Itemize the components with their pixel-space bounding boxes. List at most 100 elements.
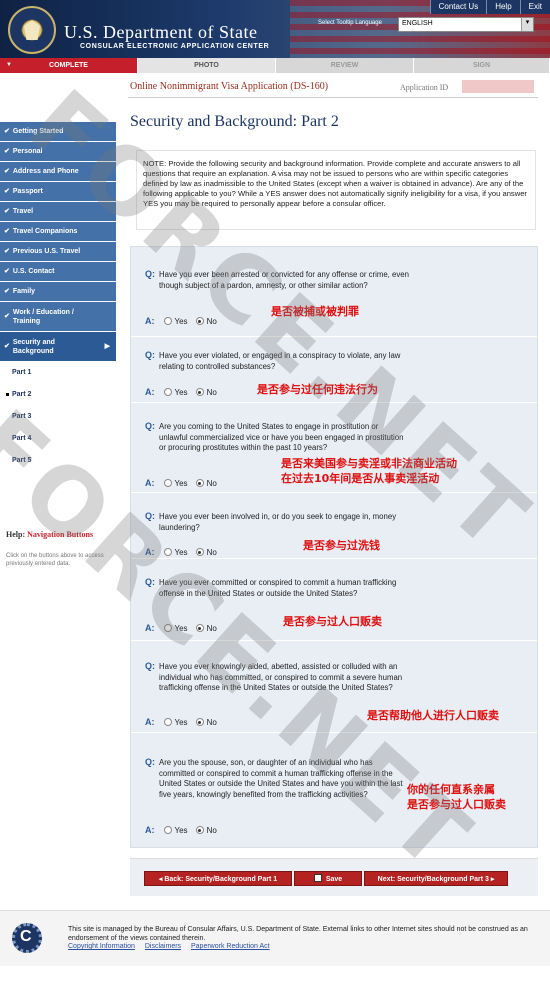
annotation: 是否参与过人口贩卖 bbox=[283, 615, 382, 628]
yes-radio[interactable] bbox=[163, 317, 172, 325]
check-icon: ✔ bbox=[4, 267, 10, 275]
sidebar-part-3[interactable]: Part 3 bbox=[0, 406, 116, 428]
no-label: No bbox=[206, 547, 217, 557]
language-select[interactable]: ENGLISH ▾ bbox=[398, 17, 534, 32]
back-button[interactable]: ◂ Back: Security/Background Part 1 bbox=[144, 871, 292, 886]
yes-radio[interactable] bbox=[163, 826, 172, 834]
question-text: Are you coming to the United States to e… bbox=[159, 422, 404, 452]
sidebar-item-label: Security and Background bbox=[12, 338, 55, 355]
sidebar-item-address-phone[interactable]: ✔ Address and Phone bbox=[0, 162, 116, 182]
annotation: 是否被捕或被判罪 bbox=[271, 305, 359, 318]
exit-link[interactable]: Exit bbox=[519, 0, 550, 14]
sidebar-item-label: Travel bbox=[12, 207, 34, 215]
site-subtitle: CONSULAR ELECTRONIC APPLICATION CENTER bbox=[80, 43, 270, 50]
yes-label: Yes bbox=[174, 547, 188, 557]
navigation-button-bar: ◂ Back: Security/Background Part 1 Save … bbox=[130, 858, 538, 896]
sidebar-item-previous-us-travel[interactable]: ✔ Previous U.S. Travel bbox=[0, 242, 116, 262]
sidebar-item-security-background[interactable]: ✔ Security and Background ▶ bbox=[0, 332, 116, 362]
no-radio[interactable] bbox=[195, 718, 204, 726]
yes-radio[interactable] bbox=[163, 624, 172, 632]
sidebar-item-work-education[interactable]: ✔ Work / Education / Training bbox=[0, 302, 116, 332]
annotation: 你的任何直系亲属 bbox=[407, 783, 495, 796]
no-label: No bbox=[206, 825, 217, 835]
a-label: A: bbox=[145, 478, 155, 488]
sidebar-item-label: Travel Companions bbox=[12, 227, 78, 235]
step-review: REVIEW bbox=[276, 58, 414, 73]
footer-text: This site is managed by the Bureau of Co… bbox=[68, 926, 528, 942]
state-department-seal-icon bbox=[8, 6, 56, 54]
question-block: Q: Have you ever committed or conspired … bbox=[131, 559, 537, 641]
sidebar-item-us-contact[interactable]: ✔ U.S. Contact bbox=[0, 262, 116, 282]
a-label: A: bbox=[145, 623, 155, 633]
sidebar-item-label: U.S. Contact bbox=[12, 267, 55, 275]
site-title: U.S. Department of State bbox=[64, 22, 258, 42]
top-links: Contact Us Help Exit bbox=[429, 0, 550, 14]
question-block: Q: Have you ever been arrested or convic… bbox=[131, 247, 537, 337]
sidebar-item-label: Work / Education / Training bbox=[12, 308, 74, 325]
step-complete[interactable]: ▼ COMPLETE bbox=[0, 58, 138, 73]
question-text: Have you ever knowingly aided, abetted, … bbox=[159, 662, 403, 692]
sidebar-item-travel-companions[interactable]: ✔ Travel Companions bbox=[0, 222, 116, 242]
question-block: Q: Are you the spouse, son, or daughter … bbox=[131, 733, 537, 847]
help-title-prefix: Help: bbox=[6, 530, 26, 539]
save-label: Save bbox=[325, 876, 343, 883]
no-radio[interactable] bbox=[195, 548, 204, 556]
caret-down-icon: ▼ bbox=[6, 62, 12, 68]
sidebar-part-1[interactable]: Part 1 bbox=[0, 362, 116, 384]
yes-label: Yes bbox=[174, 387, 188, 397]
disclaimers-link[interactable]: Disclaimers bbox=[145, 943, 181, 950]
paperwork-reduction-link[interactable]: Paperwork Reduction Act bbox=[191, 943, 270, 950]
a-label: A: bbox=[145, 717, 155, 727]
no-radio[interactable] bbox=[195, 388, 204, 396]
application-id-label: Application ID bbox=[400, 83, 449, 92]
no-radio[interactable] bbox=[195, 317, 204, 325]
sidebar-part-5[interactable]: Part 5 bbox=[0, 450, 116, 472]
step-complete-label: COMPLETE bbox=[49, 62, 88, 69]
no-radio[interactable] bbox=[195, 826, 204, 834]
sidebar-item-getting-started[interactable]: ✔ Getting Started bbox=[0, 122, 116, 142]
q-label: Q: bbox=[145, 421, 155, 431]
sidebar-item-personal[interactable]: ✔ Personal bbox=[0, 142, 116, 162]
a-label: A: bbox=[145, 316, 155, 326]
answer-row: A: Yes No bbox=[145, 717, 225, 727]
check-icon: ✔ bbox=[4, 343, 10, 350]
no-label: No bbox=[206, 316, 217, 326]
sidebar-part-2[interactable]: Part 2 bbox=[0, 384, 116, 406]
sidebar-item-family[interactable]: ✔ Family bbox=[0, 282, 116, 302]
sidebar-item-passport[interactable]: ✔ Passport bbox=[0, 182, 116, 202]
save-button[interactable]: Save bbox=[294, 871, 362, 886]
chevron-down-icon[interactable]: ▾ bbox=[521, 18, 533, 31]
a-label: A: bbox=[145, 825, 155, 835]
check-icon: ✔ bbox=[4, 167, 10, 175]
check-icon: ✔ bbox=[4, 313, 10, 320]
questions-panel: Q: Have you ever been arrested or convic… bbox=[130, 246, 538, 848]
check-icon: ✔ bbox=[4, 147, 10, 155]
help-title-text: Navigation Buttons bbox=[27, 530, 94, 539]
sidebar-item-label: Address and Phone bbox=[12, 167, 79, 175]
annotation: 是否来美国参与卖淫或非法商业活动 bbox=[281, 457, 457, 470]
step-tabs: ▼ COMPLETE PHOTO REVIEW SIGN bbox=[0, 58, 550, 73]
consular-affairs-logo-icon: C bbox=[12, 923, 42, 953]
answer-row: A: Yes No bbox=[145, 316, 225, 326]
contact-us-link[interactable]: Contact Us bbox=[429, 0, 487, 14]
yes-radio[interactable] bbox=[163, 388, 172, 396]
page-title: Security and Background: Part 2 bbox=[130, 113, 339, 130]
question-text: Have you ever violated, or engaged in a … bbox=[159, 351, 401, 371]
yes-radio[interactable] bbox=[163, 718, 172, 726]
no-radio[interactable] bbox=[195, 479, 204, 487]
step-sign: SIGN bbox=[414, 58, 550, 73]
answer-row: A: Yes No bbox=[145, 825, 225, 835]
yes-label: Yes bbox=[174, 717, 188, 727]
note-box: NOTE: Provide the following security and… bbox=[136, 150, 536, 230]
help-link[interactable]: Help bbox=[486, 0, 519, 14]
copyright-link[interactable]: Copyright Information bbox=[68, 943, 135, 950]
no-label: No bbox=[206, 623, 217, 633]
no-radio[interactable] bbox=[195, 624, 204, 632]
next-button[interactable]: Next: Security/Background Part 3 ▸ bbox=[364, 871, 508, 886]
step-photo[interactable]: PHOTO bbox=[138, 58, 276, 73]
yes-radio[interactable] bbox=[163, 548, 172, 556]
yes-radio[interactable] bbox=[163, 479, 172, 487]
sidebar-item-travel[interactable]: ✔ Travel bbox=[0, 202, 116, 222]
answer-row: A: Yes No bbox=[145, 623, 225, 633]
sidebar-part-4[interactable]: Part 4 bbox=[0, 428, 116, 450]
